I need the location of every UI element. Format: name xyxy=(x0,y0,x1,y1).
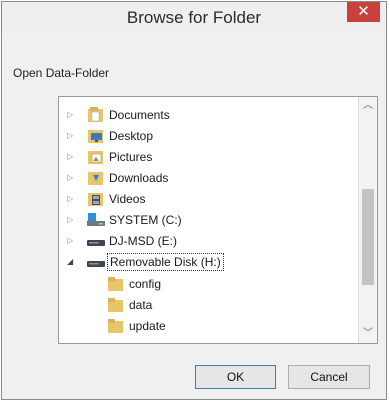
title-bar[interactable]: Browse for Folder ✕ xyxy=(2,2,386,34)
scrollbar-thumb[interactable] xyxy=(362,189,374,285)
tree-item-label: Documents xyxy=(109,108,170,122)
tree-item-label: data xyxy=(129,298,153,312)
tree-item-label: Downloads xyxy=(109,171,169,185)
tree-item-update[interactable]: update xyxy=(59,316,355,336)
tree-item-videos[interactable]: ▷ Videos xyxy=(59,189,355,209)
folder-tree[interactable]: ▷ Documents ▷ Desktop ▷ Pictures ▷ Downl… xyxy=(58,96,378,344)
tree-item-config[interactable]: config xyxy=(59,274,355,294)
tree-item-data[interactable]: data xyxy=(59,295,355,315)
tree-item-label: Removable Disk (H:) xyxy=(107,253,224,271)
tree-item-pictures[interactable]: ▷ Pictures xyxy=(59,147,355,167)
expand-arrow-icon[interactable]: ▷ xyxy=(67,131,75,141)
vertical-scrollbar[interactable]: ︿ ﹀ xyxy=(358,97,377,343)
tree-item-removable-disk-h[interactable]: ◢ Removable Disk (H:) xyxy=(59,252,355,272)
collapse-arrow-icon[interactable]: ◢ xyxy=(67,257,75,267)
pictures-folder-icon xyxy=(87,149,105,165)
expand-arrow-icon[interactable]: ▷ xyxy=(67,173,75,183)
scroll-up-icon[interactable]: ︿ xyxy=(359,97,377,115)
documents-folder-icon xyxy=(87,107,105,123)
folder-icon xyxy=(107,297,125,313)
downloads-folder-icon xyxy=(87,170,105,186)
folder-icon xyxy=(107,318,125,334)
tree-item-downloads[interactable]: ▷ Downloads xyxy=(59,168,355,188)
tree-item-label: SYSTEM (C:) xyxy=(109,213,182,227)
dialog-title: Browse for Folder xyxy=(126,8,262,27)
tree-item-label: update xyxy=(129,319,166,333)
browse-for-folder-dialog: Browse for Folder ✕ Open Data-Folder ▷ D… xyxy=(1,1,387,400)
expand-arrow-icon[interactable]: ▷ xyxy=(67,152,75,162)
videos-folder-icon xyxy=(87,191,105,207)
expand-arrow-icon[interactable]: ▷ xyxy=(67,215,75,225)
tree-item-label: Desktop xyxy=(109,129,154,143)
folder-icon xyxy=(107,276,125,292)
instruction-text: Open Data-Folder xyxy=(13,66,110,80)
tree-item-label: Pictures xyxy=(109,150,153,164)
tree-item-desktop[interactable]: ▷ Desktop xyxy=(59,126,355,146)
expand-arrow-icon[interactable]: ▷ xyxy=(67,194,75,204)
scroll-down-icon[interactable]: ﹀ xyxy=(359,325,377,343)
tree-item-label: DJ-MSD (E:) xyxy=(109,234,177,248)
close-button[interactable]: ✕ xyxy=(347,2,380,22)
close-icon: ✕ xyxy=(357,3,370,20)
drive-icon xyxy=(86,233,105,249)
tree-item-label: config xyxy=(129,277,162,291)
ok-button[interactable]: OK xyxy=(195,365,276,389)
cancel-button[interactable]: Cancel xyxy=(288,365,370,389)
expand-arrow-icon[interactable]: ▷ xyxy=(67,236,75,246)
system-drive-icon xyxy=(86,212,105,228)
tree-item-documents[interactable]: ▷ Documents xyxy=(59,105,355,125)
expand-arrow-icon[interactable]: ▷ xyxy=(67,110,75,120)
tree-item-dj-msd-e[interactable]: ▷ DJ-MSD (E:) xyxy=(59,231,355,251)
removable-disk-icon xyxy=(86,254,105,270)
tree-item-system-c[interactable]: ▷ SYSTEM (C:) xyxy=(59,210,355,230)
desktop-folder-icon xyxy=(87,128,105,144)
tree-item-label: Videos xyxy=(109,192,146,206)
